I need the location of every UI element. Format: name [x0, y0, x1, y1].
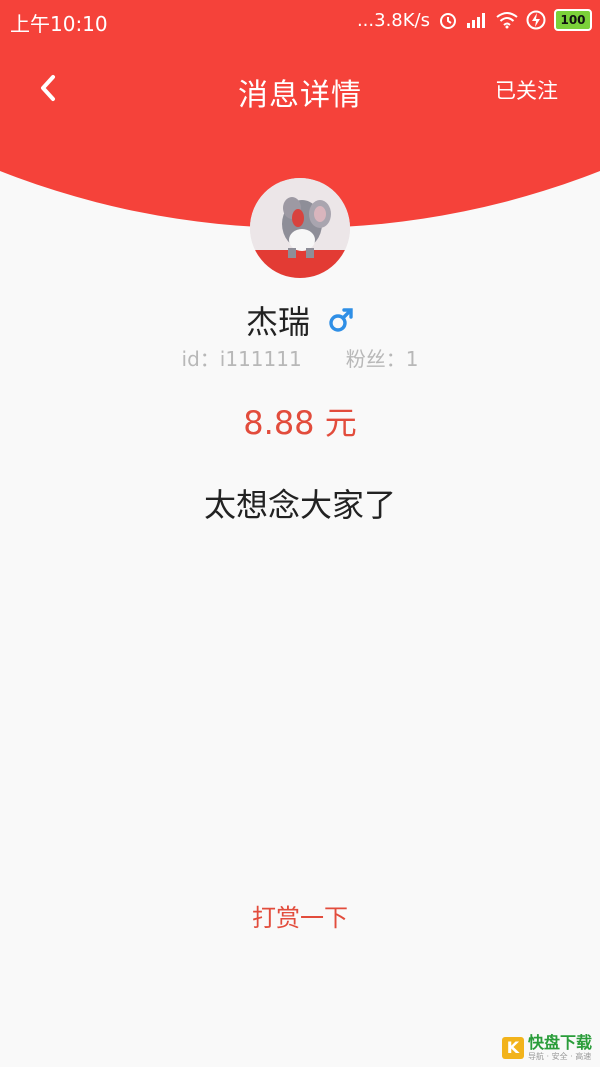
wifi-icon: [496, 12, 518, 29]
follow-button[interactable]: 已关注: [495, 75, 558, 105]
watermark-logo: K: [501, 1037, 524, 1059]
user-id: id：i111111: [181, 347, 302, 371]
network-speed: ...3.8K/s: [356, 9, 430, 31]
watermark: K 快盘下载 导航 · 安全 · 高速: [501, 1035, 592, 1061]
fans-count: 粉丝：1: [345, 347, 419, 371]
tip-button[interactable]: 打赏一下: [200, 898, 400, 933]
top-nav: 消息详情 已关注: [0, 60, 600, 116]
charging-icon: [526, 10, 546, 30]
watermark-text: 快盘下载 导航 · 安全 · 高速: [528, 1035, 592, 1061]
profile-meta: id：i111111 粉丝：1: [0, 343, 600, 372]
watermark-sub: 导航 · 安全 · 高速: [527, 1052, 592, 1061]
username: 杰瑞: [245, 303, 310, 341]
signal-icon: [467, 13, 485, 28]
male-icon: [329, 308, 353, 332]
avatar-image: [250, 178, 350, 278]
profile-name-row: 杰瑞: [0, 297, 600, 343]
alarm-icon: [440, 13, 456, 29]
watermark-main: 快盘下载: [527, 1033, 592, 1052]
battery-icon: 100: [554, 9, 592, 31]
reward-amount: 8.88 元: [243, 404, 357, 442]
avatar[interactable]: [250, 178, 350, 278]
status-time: 上午10:10: [10, 12, 108, 36]
status-indicators: ...3.8K/s 100: [357, 9, 592, 31]
message-text: 太想念大家了: [203, 486, 396, 524]
status-bar: 上午10:10 ...3.8K/s 100: [0, 0, 600, 40]
